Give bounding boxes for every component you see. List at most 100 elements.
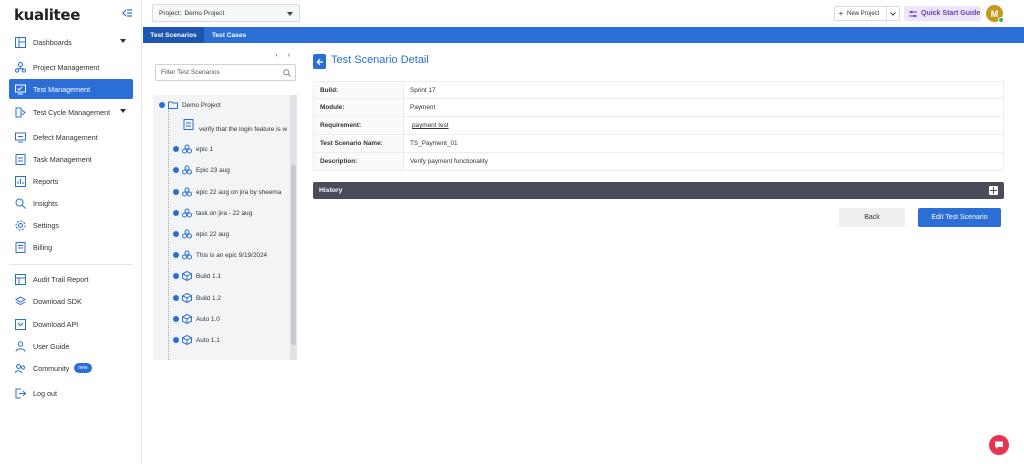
sdk-icon [15,295,26,305]
tab-test-scenarios[interactable]: Test Scenarios [143,27,204,43]
detail-key: Build: [314,82,404,98]
top-bar: Project: Demo Project + New Project Quic… [143,0,1024,27]
scrollbar-thumb[interactable] [291,165,296,345]
tree-node-epic[interactable]: Epic 23 aug [173,165,230,175]
tree-node-build[interactable]: Auto 1.1 [173,335,220,345]
expand-toggle-icon[interactable] [173,295,179,301]
scenario-tree: Demo Project verify that the login featu… [153,95,297,360]
sidebar-item-label: Download API [33,319,79,329]
defect-icon [15,132,26,142]
tree-guide-line [168,105,169,360]
collapse-toggle-icon[interactable] [159,102,165,108]
user-avatar[interactable]: M [986,5,1004,23]
tree-node-epic[interactable]: epic 22 aug on jira by sheema [173,187,281,197]
test-management-icon [15,84,26,94]
tree-node-label: epic 22 aug [196,230,230,238]
new-badge: new [74,363,92,373]
tree-scrollbar[interactable] [290,95,297,360]
sidebar-item-dashboards[interactable]: Dashboards [9,32,133,52]
expand-toggle-icon[interactable] [173,273,179,279]
sidebar-item-billing[interactable]: Billing [9,237,133,257]
insights-icon [15,198,26,209]
quick-start-guide-button[interactable]: Quick Start Guide [904,6,981,21]
history-section-header[interactable]: History [313,182,1004,199]
sidebar-item-defect-management[interactable]: Defect Management [9,127,133,147]
sidebar-item-test-cycle-management[interactable]: Test Cycle Management [9,102,133,122]
sidebar-item-project-management[interactable]: Project Management [9,57,133,77]
scenario-tree-panel: ‹ › Filter Test Scenarios Demo Project v… [153,50,297,360]
tree-node-build[interactable]: Build 1.1 [173,271,221,281]
expand-toggle-icon[interactable] [173,167,179,173]
detail-value: Payment [404,99,1003,116]
expand-toggle-icon[interactable] [173,146,179,152]
sidebar-item-log-out[interactable]: Log out [9,383,133,403]
tree-root[interactable]: Demo Project [159,100,221,110]
expand-toggle-icon[interactable] [173,210,179,216]
edit-test-scenario-button[interactable]: Edit Test Scenario [918,208,1001,227]
chat-support-button[interactable] [989,435,1009,455]
epic-icon [182,229,192,239]
tree-node-label: Epic 23 aug [196,166,230,174]
tree-node-label: task on jira - 22 aug [196,209,253,217]
epic-icon [182,208,192,218]
tab-bar: Test Scenarios Test Cases [143,27,1024,43]
expand-toggle-icon[interactable] [173,231,179,237]
kualitee-logo[interactable]: kualitee [14,6,80,24]
test-cycle-icon [15,107,26,117]
build-cube-icon [182,314,192,324]
scenario-icon [183,118,194,130]
expand-plus-icon[interactable] [989,186,998,195]
tree-node-epic[interactable]: This is an epic 9/19/2024 [173,250,267,260]
project-selector[interactable]: Project: Demo Project [152,4,300,22]
sidebar-item-download-sdk[interactable]: Download SDK [9,291,133,311]
detail-key: Requirement: [314,117,404,134]
tree-node-build[interactable]: Build 1.2 [173,293,221,303]
back-button[interactable]: Back [839,208,905,227]
tree-node-label: Build 1.1 [196,272,221,280]
expand-toggle-icon[interactable] [173,337,179,343]
sidebar-item-task-management[interactable]: Task Management [9,149,133,169]
build-cube-icon [182,335,192,345]
tree-node-epic[interactable]: epic 22 aug [173,229,229,239]
tree-nav-arrows[interactable]: ‹ › [275,52,294,59]
filter-scenarios-input[interactable]: Filter Test Scenarios [155,64,296,81]
reports-icon [15,175,26,187]
detail-row-build: Build: Sprint 17 [313,81,1004,99]
tree-node-scenario[interactable]: verify that the login feature is w [183,116,287,133]
settings-icon [15,220,26,230]
requirement-link[interactable]: payment test [404,117,1003,134]
billing-icon [15,241,26,253]
tree-node-label: Build 1.2 [196,294,221,302]
detail-back-arrow-button[interactable] [313,54,326,69]
tree-root-label: Demo Project [182,101,221,109]
project-label: Project: [159,9,182,17]
expand-toggle-icon[interactable] [173,316,179,322]
tree-node-epic[interactable]: task on jira - 22 aug [173,208,252,218]
expand-toggle-icon[interactable] [173,189,179,195]
sidebar-item-reports[interactable]: Reports [9,171,133,191]
new-project-button[interactable]: + New Project [834,6,900,21]
sidebar-item-label: Reports [33,176,59,186]
sidebar-item-audit-trail-report[interactable]: Audit Trail Report [9,269,133,289]
sidebar-item-insights[interactable]: Insights [9,193,133,213]
epic-icon [182,144,192,154]
sidebar-item-download-api[interactable]: Download API [9,314,133,334]
sidebar-item-community[interactable]: Community new [9,358,133,378]
api-icon [15,318,26,330]
community-icon [15,363,26,373]
sidebar-item-user-guide[interactable]: User Guide [9,336,133,356]
tree-node-label: epic 22 aug on jira by sheema [196,188,282,196]
collapse-sidebar-icon[interactable] [121,7,133,19]
sidebar-item-label: Log out [33,388,57,398]
sidebar-item-test-management[interactable]: Test Management [9,79,133,99]
detail-key: Description: [314,153,404,170]
tree-node-build[interactable]: Auto 1.0 [173,314,220,324]
user-guide-icon [15,340,26,352]
sidebar-item-settings[interactable]: Settings [9,215,133,235]
new-project-dropdown-icon[interactable] [886,7,899,20]
project-icon [15,61,26,73]
tab-test-cases[interactable]: Test Cases [204,27,254,43]
tree-node-label: This is an epic 9/19/2024 [196,251,268,259]
tree-node-epic[interactable]: epic 1 [173,144,213,154]
expand-toggle-icon[interactable] [173,252,179,258]
